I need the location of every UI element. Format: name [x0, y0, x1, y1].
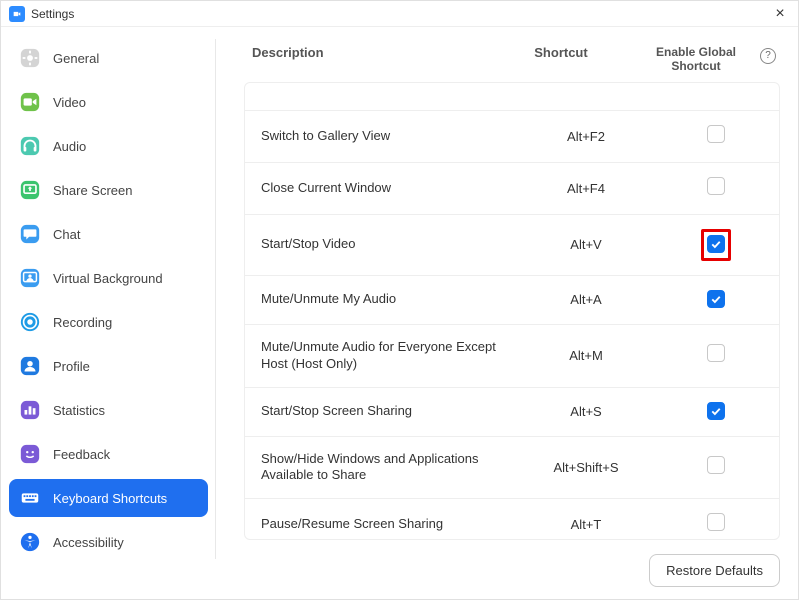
shortcut-key[interactable]: Alt+M: [511, 348, 661, 363]
highlight-annotation: [701, 229, 731, 261]
help-icon[interactable]: ?: [760, 48, 776, 64]
sidebar-item-label: Recording: [53, 315, 112, 330]
content-panel: Description Shortcut Enable Global Short…: [216, 27, 798, 599]
shortcut-description: Close Current Window: [261, 180, 511, 197]
stats-icon: [19, 399, 41, 421]
sidebar-item-label: General: [53, 51, 99, 66]
shortcut-description: Start/Stop Video: [261, 236, 511, 253]
virtual-bg-icon: [19, 267, 41, 289]
global-shortcut-checkbox[interactable]: [707, 456, 725, 474]
sidebar-item-label: Virtual Background: [53, 271, 163, 286]
global-shortcut-checkbox[interactable]: [707, 290, 725, 308]
shortcut-description: Mute/Unmute Audio for Everyone Except Ho…: [261, 339, 511, 373]
global-cell: [661, 344, 771, 367]
table-row: Pause/Resume Screen SharingAlt+T: [245, 499, 779, 539]
sidebar-item-label: Accessibility: [53, 535, 124, 550]
col-help: ?: [756, 45, 780, 64]
table-row: Mute/Unmute Audio for Everyone Except Ho…: [245, 325, 779, 388]
sidebar-item-label: Video: [53, 95, 86, 110]
sidebar: General Video Audio Share Screen Chat Virtual…: [1, 27, 216, 599]
global-cell: [661, 290, 771, 310]
sidebar-item-virtual-background[interactable]: Virtual Background: [9, 259, 208, 297]
global-shortcut-checkbox[interactable]: [707, 513, 725, 531]
shortcut-key[interactable]: Alt+A: [511, 292, 661, 307]
sidebar-item-accessibility[interactable]: Accessibility: [9, 523, 208, 561]
table-row: Show/Hide Windows and Applications Avail…: [245, 437, 779, 500]
restore-defaults-button[interactable]: Restore Defaults: [649, 554, 780, 587]
global-shortcut-checkbox[interactable]: [707, 177, 725, 195]
titlebar: Settings ×: [1, 1, 798, 27]
profile-icon: [19, 355, 41, 377]
keyboard-icon: [19, 487, 41, 509]
shortcut-description: Pause/Resume Screen Sharing: [261, 516, 511, 533]
sidebar-item-label: Share Screen: [53, 183, 133, 198]
sidebar-item-share-screen[interactable]: Share Screen: [9, 171, 208, 209]
shortcut-description: Mute/Unmute My Audio: [261, 291, 511, 308]
record-icon: [19, 311, 41, 333]
global-cell: [661, 177, 771, 200]
shortcut-key[interactable]: Alt+V: [511, 237, 661, 252]
table-row: Start/Stop VideoAlt+V: [245, 215, 779, 276]
sidebar-item-label: Statistics: [53, 403, 105, 418]
global-cell: [661, 402, 771, 422]
global-cell: [661, 513, 771, 536]
gear-icon: [19, 47, 41, 69]
feedback-icon: [19, 443, 41, 465]
global-shortcut-checkbox[interactable]: [707, 235, 725, 253]
sidebar-item-feedback[interactable]: Feedback: [9, 435, 208, 473]
sidebar-item-label: Keyboard Shortcuts: [53, 491, 167, 506]
global-shortcut-checkbox[interactable]: [707, 344, 725, 362]
chat-icon: [19, 223, 41, 245]
shortcut-key[interactable]: Alt+F4: [511, 181, 661, 196]
shortcut-list: Switch to Gallery ViewAlt+F2Close Curren…: [244, 82, 780, 540]
global-cell: [661, 125, 771, 148]
table-row: Close Current WindowAlt+F4: [245, 163, 779, 215]
shortcut-description: Start/Stop Screen Sharing: [261, 403, 511, 420]
sidebar-item-profile[interactable]: Profile: [9, 347, 208, 385]
shortcut-key[interactable]: Alt+T: [511, 517, 661, 532]
app-icon: [9, 6, 25, 22]
global-shortcut-checkbox[interactable]: [707, 402, 725, 420]
sidebar-item-general[interactable]: General: [9, 39, 208, 77]
share-screen-icon: [19, 179, 41, 201]
table-row: Mute/Unmute My AudioAlt+A: [245, 276, 779, 325]
shortcut-key[interactable]: Alt+S: [511, 404, 661, 419]
sidebar-item-audio[interactable]: Audio: [9, 127, 208, 165]
table-row: Start/Stop Screen SharingAlt+S: [245, 388, 779, 437]
sidebar-item-keyboard-shortcuts[interactable]: Keyboard Shortcuts: [9, 479, 208, 517]
content-header: Description Shortcut Enable Global Short…: [244, 45, 780, 82]
shortcut-description: Switch to Gallery View: [261, 128, 511, 145]
global-cell: [661, 229, 771, 261]
footer: Restore Defaults: [244, 540, 780, 587]
sidebar-item-label: Feedback: [53, 447, 110, 462]
sidebar-item-chat[interactable]: Chat: [9, 215, 208, 253]
window-title: Settings: [31, 7, 74, 21]
video-icon: [19, 91, 41, 113]
headphones-icon: [19, 135, 41, 157]
sidebar-item-label: Chat: [53, 227, 80, 242]
global-shortcut-checkbox[interactable]: [707, 125, 725, 143]
sidebar-item-statistics[interactable]: Statistics: [9, 391, 208, 429]
shortcut-key[interactable]: Alt+F2: [511, 129, 661, 144]
table-row: Switch to Gallery ViewAlt+F2: [245, 111, 779, 163]
shortcut-key[interactable]: Alt+Shift+S: [511, 460, 661, 475]
sidebar-item-label: Audio: [53, 139, 86, 154]
sidebar-item-video[interactable]: Video: [9, 83, 208, 121]
col-shortcut: Shortcut: [486, 45, 636, 60]
global-cell: [661, 456, 771, 479]
sidebar-item-recording[interactable]: Recording: [9, 303, 208, 341]
col-description: Description: [244, 45, 486, 60]
col-global: Enable Global Shortcut: [636, 45, 756, 74]
shortcut-description: Show/Hide Windows and Applications Avail…: [261, 451, 511, 485]
close-icon[interactable]: ×: [770, 5, 790, 23]
sidebar-item-label: Profile: [53, 359, 90, 374]
accessibility-icon: [19, 531, 41, 553]
